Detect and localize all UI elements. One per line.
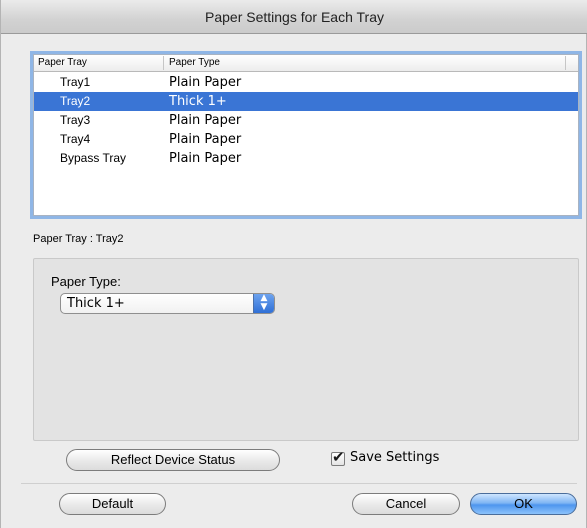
paper-tray-table[interactable]: Paper Tray Paper Type Tray1 Plain Paper … xyxy=(33,54,579,216)
reflect-device-status-button[interactable]: Reflect Device Status xyxy=(66,449,280,471)
ok-button[interactable]: OK xyxy=(470,493,577,515)
updown-arrows-icon: ▲ ▼ xyxy=(253,294,274,313)
divider xyxy=(21,483,577,484)
column-header-paper-tray[interactable]: Paper Tray xyxy=(38,55,87,71)
paper-type-value: Thick 1+ xyxy=(67,296,125,311)
table-row[interactable]: Bypass Tray Plain Paper xyxy=(34,149,578,168)
column-divider xyxy=(163,56,164,70)
default-button[interactable]: Default xyxy=(59,493,166,515)
row-paper-type: Thick 1+ xyxy=(169,94,227,109)
cancel-button[interactable]: Cancel xyxy=(352,493,460,515)
row-paper-type: Plain Paper xyxy=(169,151,242,166)
row-tray: Tray4 xyxy=(60,132,91,146)
row-paper-type: Plain Paper xyxy=(169,113,242,128)
window-title: Paper Settings for Each Tray xyxy=(1,0,587,34)
row-tray: Tray1 xyxy=(60,75,91,89)
column-divider xyxy=(565,56,566,70)
save-settings-checkbox[interactable]: ✔ xyxy=(331,448,345,466)
table-row[interactable]: Tray3 Plain Paper xyxy=(34,111,578,130)
row-paper-type: Plain Paper xyxy=(169,75,242,90)
paper-type-label: Paper Type: xyxy=(51,274,121,289)
column-header-paper-type[interactable]: Paper Type xyxy=(169,55,220,71)
row-tray: Tray2 xyxy=(60,94,91,108)
table-header: Paper Tray Paper Type xyxy=(34,55,578,72)
table-row[interactable]: Tray4 Plain Paper xyxy=(34,130,578,149)
row-paper-type: Plain Paper xyxy=(169,132,242,147)
dialog-window: Paper Settings for Each Tray Paper Tray … xyxy=(0,0,587,528)
table-row[interactable]: Tray1 Plain Paper xyxy=(34,73,578,92)
checkmark-icon: ✔ xyxy=(332,448,345,466)
row-tray: Tray3 xyxy=(60,113,91,127)
row-tray: Bypass Tray xyxy=(60,151,127,165)
table-row-selected[interactable]: Tray2 Thick 1+ xyxy=(34,92,578,111)
selected-tray-label: Paper Tray : Tray2 xyxy=(33,233,124,245)
save-settings-label[interactable]: Save Settings xyxy=(350,450,439,465)
paper-type-select[interactable]: Thick 1+ ▲ ▼ xyxy=(60,293,275,314)
